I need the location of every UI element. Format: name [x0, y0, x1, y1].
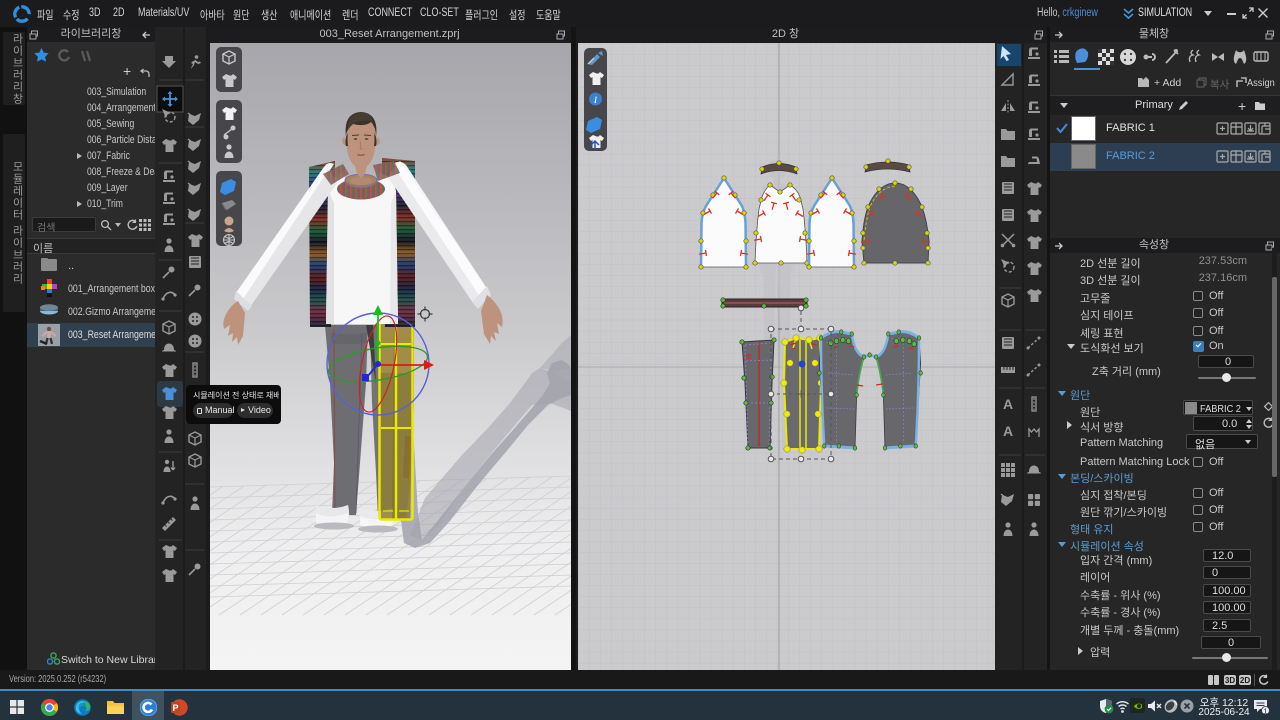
svg-text:P: P: [172, 703, 178, 713]
svg-text:3D: 3D: [1225, 676, 1235, 685]
svg-text:2D: 2D: [1240, 676, 1250, 685]
svg-text:1: 1: [1263, 706, 1267, 715]
